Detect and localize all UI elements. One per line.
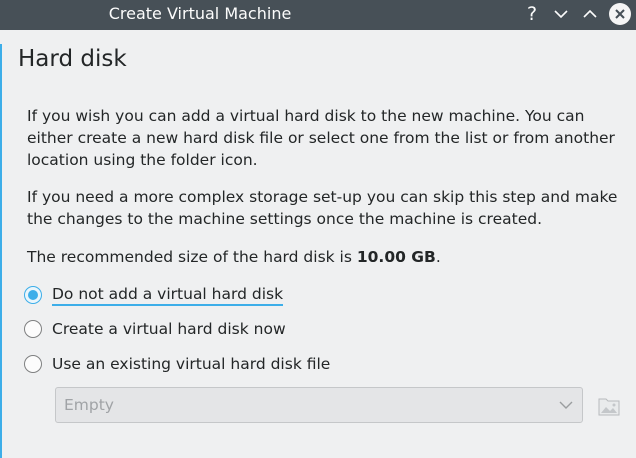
recommended-size-prefix: The recommended size of the hard disk is xyxy=(27,248,357,266)
close-button-circle xyxy=(609,3,631,25)
radio-button[interactable] xyxy=(24,355,42,373)
help-button[interactable]: ? xyxy=(520,2,544,26)
option-create-disk[interactable]: Create a virtual hard disk now xyxy=(24,317,286,341)
page-title: Hard disk xyxy=(18,46,127,72)
recommended-size-suffix: . xyxy=(435,248,441,266)
option-existing-disk[interactable]: Use an existing virtual hard disk file xyxy=(24,352,330,376)
help-icon: ? xyxy=(526,3,538,25)
dialog-window: Create Virtual Machine ? Hard disk If yo… xyxy=(0,0,636,458)
radio-dot xyxy=(28,290,38,300)
title-bar[interactable]: Create Virtual Machine ? xyxy=(0,0,636,30)
radio-button-checked[interactable] xyxy=(24,286,42,304)
description-paragraph-2: If you need a more complex storage set-u… xyxy=(27,188,618,228)
folder-icon xyxy=(598,398,620,416)
disk-file-select[interactable]: Empty xyxy=(55,387,583,423)
option-no-disk[interactable]: Do not add a virtual hard disk xyxy=(24,283,284,307)
disk-file-select-value: Empty xyxy=(64,396,114,414)
minimize-button[interactable] xyxy=(549,2,573,26)
choose-disk-file-button[interactable] xyxy=(598,396,620,416)
window-title: Create Virtual Machine xyxy=(108,4,292,23)
window-focus-edge xyxy=(0,44,2,458)
radio-button[interactable] xyxy=(24,320,42,338)
option-no-disk-label[interactable]: Do not add a virtual hard disk xyxy=(52,285,284,306)
option-existing-disk-label[interactable]: Use an existing virtual hard disk file xyxy=(52,355,330,373)
minimize-icon xyxy=(554,10,568,19)
description-paragraph-1: If you wish you can add a virtual hard d… xyxy=(27,107,615,169)
maximize-button[interactable] xyxy=(578,2,602,26)
close-icon xyxy=(615,9,625,19)
close-button[interactable] xyxy=(608,2,632,26)
chevron-down-icon xyxy=(559,401,573,409)
recommended-size-value: 10.00 GB xyxy=(356,248,436,266)
option-create-disk-label[interactable]: Create a virtual hard disk now xyxy=(52,320,286,338)
maximize-icon xyxy=(583,9,597,18)
recommended-size-text: The recommended size of the hard disk is… xyxy=(27,246,622,268)
